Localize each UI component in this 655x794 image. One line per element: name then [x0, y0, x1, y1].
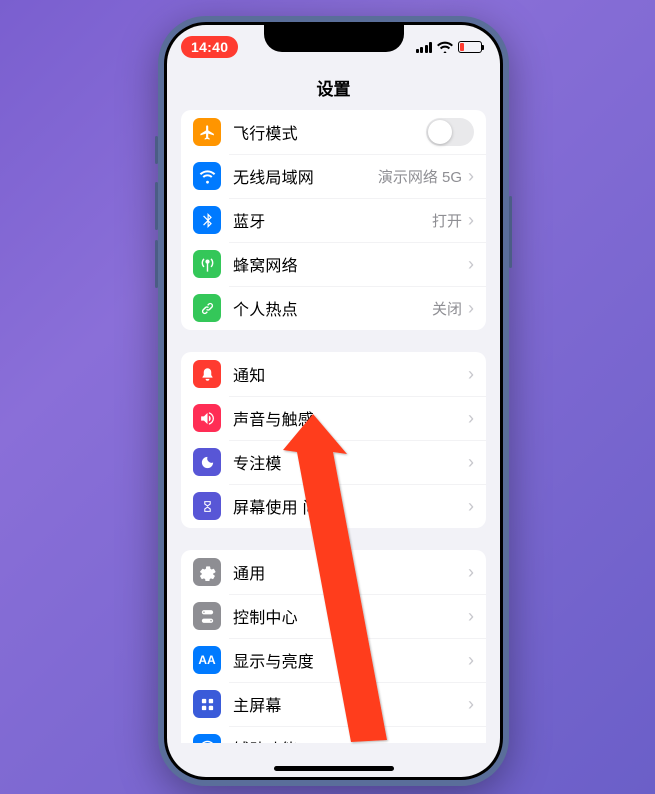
link-icon — [193, 294, 221, 322]
airplane-toggle[interactable] — [426, 118, 474, 146]
status-right — [416, 41, 483, 53]
row-airplane-mode[interactable]: 飞行模式 — [181, 110, 486, 154]
row-display-brightness[interactable]: AA 显示与亮度 › — [181, 638, 486, 682]
gear-icon — [193, 558, 221, 586]
row-label: 通用 — [233, 560, 468, 584]
row-screen-time[interactable]: 屏幕使用 间 › — [181, 484, 486, 528]
switches-icon — [193, 602, 221, 630]
row-general[interactable]: 通用 › — [181, 550, 486, 594]
airplane-icon — [193, 118, 221, 146]
wifi-icon — [437, 41, 453, 53]
row-label: 蜂窝网络 — [233, 252, 468, 276]
row-label: 无线局域网 — [233, 164, 378, 188]
chevron-right-icon: › — [468, 299, 474, 317]
chevron-right-icon: › — [468, 167, 474, 185]
row-label: 通知 — [233, 362, 468, 386]
phone-notch — [264, 22, 404, 52]
chevron-right-icon: › — [468, 453, 474, 471]
row-value: 关闭 — [432, 298, 462, 319]
speaker-icon — [193, 404, 221, 432]
bell-icon — [193, 360, 221, 388]
page-title: 设置 — [167, 69, 500, 110]
phone-frame: 14:40 设置 飞行模式 — [158, 16, 509, 786]
volume-up-button[interactable] — [155, 182, 158, 230]
volume-down-button[interactable] — [155, 240, 158, 288]
chevron-right-icon: › — [468, 409, 474, 427]
row-label: 个人热点 — [233, 296, 432, 320]
chevron-right-icon: › — [468, 695, 474, 713]
row-label: 屏幕使用 间 — [233, 494, 468, 518]
row-label: 蓝牙 — [233, 208, 432, 232]
chevron-right-icon: › — [468, 497, 474, 515]
aa-icon: AA — [193, 646, 221, 674]
chevron-right-icon: › — [468, 651, 474, 669]
chevron-right-icon: › — [468, 607, 474, 625]
row-cellular[interactable]: 蜂窝网络 › — [181, 242, 486, 286]
hourglass-icon — [193, 492, 221, 520]
settings-content: 设置 飞行模式 无线局域网 演示网络 5G › — [167, 69, 500, 743]
power-button[interactable] — [509, 196, 512, 268]
chevron-right-icon: › — [468, 211, 474, 229]
grid-icon — [193, 690, 221, 718]
chevron-right-icon: › — [468, 365, 474, 383]
phone-screen: 14:40 设置 飞行模式 — [167, 25, 500, 777]
chevron-right-icon: › — [468, 739, 474, 743]
row-control-center[interactable]: 控制中心 › — [181, 594, 486, 638]
chevron-right-icon: › — [468, 563, 474, 581]
home-indicator[interactable] — [274, 766, 394, 771]
row-label: 声音与触感 — [233, 406, 468, 430]
phone-bezel: 14:40 设置 飞行模式 — [164, 22, 503, 780]
battery-low-icon — [458, 41, 482, 53]
mute-switch[interactable] — [155, 136, 158, 164]
row-label: 辅助功能 — [233, 736, 468, 743]
antenna-icon — [193, 250, 221, 278]
wifi-square-icon — [193, 162, 221, 190]
row-accessibility[interactable]: 辅助功能 › — [181, 726, 486, 743]
settings-group-general: 通用 › 控制中心 › AA 显示与亮度 › 主 — [181, 550, 486, 743]
row-label: 主屏幕 — [233, 692, 468, 716]
chevron-right-icon: › — [468, 255, 474, 273]
row-bluetooth[interactable]: 蓝牙 打开 › — [181, 198, 486, 242]
row-wifi[interactable]: 无线局域网 演示网络 5G › — [181, 154, 486, 198]
status-time-pill[interactable]: 14:40 — [181, 36, 238, 58]
row-hotspot[interactable]: 个人热点 关闭 › — [181, 286, 486, 330]
row-label: 控制中心 — [233, 604, 468, 628]
cellular-signal-icon — [416, 42, 433, 53]
row-value: 打开 — [432, 210, 462, 231]
row-home-screen[interactable]: 主屏幕 › — [181, 682, 486, 726]
row-value: 演示网络 5G — [378, 166, 462, 187]
row-focus[interactable]: 专注模 › — [181, 440, 486, 484]
accessibility-icon — [193, 734, 221, 743]
row-notifications[interactable]: 通知 › — [181, 352, 486, 396]
settings-group-connectivity: 飞行模式 无线局域网 演示网络 5G › 蓝牙 打开 › — [181, 110, 486, 330]
moon-icon — [193, 448, 221, 476]
bluetooth-icon — [193, 206, 221, 234]
row-label: 显示与亮度 — [233, 648, 468, 672]
settings-group-notifications: 通知 › 声音与触感 › 专注模 › 屏幕使用 — [181, 352, 486, 528]
row-sounds-haptics[interactable]: 声音与触感 › — [181, 396, 486, 440]
row-label: 专注模 — [233, 450, 468, 474]
row-label: 飞行模式 — [233, 120, 426, 144]
